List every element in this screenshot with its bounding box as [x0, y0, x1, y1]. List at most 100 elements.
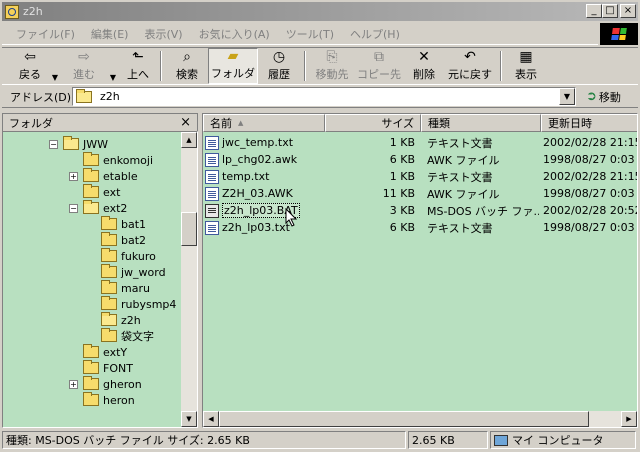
tree-item-enkomoji[interactable]: enkomoji [83, 152, 153, 168]
column-modified[interactable]: 更新日時 [541, 114, 637, 132]
file-row[interactable]: lp_chg02.awk 6 KB AWK ファイル 1998/08/27 0:… [205, 151, 637, 168]
column-type-label: 種類 [428, 117, 450, 130]
views-button[interactable]: ▦ 表示 [506, 48, 546, 84]
scroll-thumb[interactable] [181, 212, 197, 246]
column-name[interactable]: 名前 ▲ [203, 114, 325, 132]
menu-tools[interactable]: ツール(T) [278, 26, 342, 42]
file-row[interactable]: temp.txt 1 KB テキスト文書 2002/02/28 21:15 [205, 168, 637, 185]
folder-pane-close-button[interactable]: × [180, 115, 191, 130]
status-bar: 種類: MS-DOS バッチ ファイル サイズ: 2.65 KB 2.65 KB… [2, 430, 638, 450]
search-button[interactable]: ⌕ 検索 [166, 48, 208, 84]
text-file-icon [205, 169, 219, 184]
tree-item-z2h[interactable]: z2h [101, 312, 141, 328]
views-label: 表示 [515, 68, 537, 81]
close-button[interactable]: × [620, 4, 636, 18]
back-dropdown[interactable]: ▼ [48, 48, 62, 84]
file-modified: 2002/02/28 20:52 [543, 204, 637, 217]
folder-icon [63, 136, 79, 150]
file-list-hscrollbar[interactable]: ◀ ▶ [203, 411, 637, 427]
mouse-pointer-icon [285, 208, 298, 227]
expand-icon[interactable]: + [69, 379, 78, 389]
tree-item-label: bat2 [121, 233, 147, 247]
my-computer-icon [494, 434, 508, 446]
file-row[interactable]: jwc_temp.txt 1 KB テキスト文書 2002/02/28 21:1… [205, 134, 637, 151]
go-button[interactable]: ➲ 移動 [586, 89, 621, 105]
file-size: 3 KB [389, 204, 415, 217]
tree-item-gheron[interactable]: + gheron [69, 376, 142, 392]
expand-icon[interactable]: + [69, 171, 78, 181]
tree-item-etable[interactable]: + etable [69, 168, 138, 184]
history-button[interactable]: ◷ 履歴 [258, 48, 300, 84]
minimize-button[interactable]: _ [586, 4, 602, 18]
explorer-app-icon[interactable] [5, 4, 19, 19]
folders-button[interactable]: ▰ フォルダ [208, 48, 258, 84]
undo-button[interactable]: ↶ 元に戻す [444, 48, 496, 84]
tree-item-ext2[interactable]: − ext2 [69, 200, 127, 216]
tree-item-heron[interactable]: heron [83, 392, 135, 408]
scroll-right-button[interactable]: ▶ [621, 411, 637, 427]
tree-item-bat1[interactable]: bat1 [101, 216, 146, 232]
hscroll-thumb[interactable] [219, 411, 589, 427]
delete-button[interactable]: ✕ 削除 [404, 48, 444, 84]
file-type: テキスト文書 [427, 221, 493, 235]
address-dropdown-button[interactable]: ▼ [559, 88, 575, 105]
scroll-down-button[interactable]: ▼ [181, 411, 197, 427]
file-type: テキスト文書 [427, 170, 493, 184]
tree-item-label: JWW [83, 137, 108, 151]
title-bar[interactable]: z2h _ □ × [2, 2, 638, 21]
maximize-button[interactable]: □ [602, 4, 618, 18]
file-name: lp_chg02.awk [222, 153, 298, 166]
folder-tree-scrollbar[interactable]: ▲ ▼ [181, 132, 197, 427]
tree-item-jw-word[interactable]: jw_word [101, 264, 166, 280]
collapse-icon[interactable]: − [69, 203, 78, 213]
scroll-left-button[interactable]: ◀ [203, 411, 219, 427]
collapse-icon[interactable]: − [49, 139, 58, 149]
file-type: MS-DOS バッチ ファ... [427, 204, 539, 218]
folder-tree[interactable]: − JWW enkomoji + etable ext − ext2 bat1 … [2, 131, 198, 428]
up-button[interactable]: ⬑ 上へ [120, 48, 156, 84]
address-input[interactable]: z2h ▼ [72, 87, 576, 106]
forward-dropdown[interactable]: ▼ [106, 48, 120, 84]
menu-view[interactable]: 表示(V) [136, 26, 190, 42]
menu-file[interactable]: ファイル(F) [8, 26, 83, 42]
menu-favorites[interactable]: お気に入り(A) [191, 26, 278, 42]
file-modified: 2002/02/28 21:15 [543, 136, 637, 149]
file-name: jwc_temp.txt [222, 136, 294, 149]
tree-item-ext[interactable]: ext [83, 184, 120, 200]
file-list-header: 名前 ▲ サイズ 種類 更新日時 [203, 114, 637, 132]
folder-pane: フォルダ × − JWW enkomoji + etable ext − ext… [2, 113, 198, 428]
copy-to-button[interactable]: ⧉ コピー先 [354, 48, 404, 84]
chevron-down-icon: ▼ [51, 73, 59, 82]
tree-item-jww[interactable]: − JWW [49, 136, 108, 152]
address-bar: アドレス(D) z2h ▼ ➲ 移動 [2, 86, 638, 108]
tree-item-fukuro[interactable]: fukuro [101, 248, 156, 264]
tree-item-label: 袋文字 [121, 330, 154, 343]
forward-button[interactable]: ⇨ 進む [62, 48, 106, 84]
menu-edit[interactable]: 編集(E) [83, 26, 137, 42]
file-row-selected[interactable]: z2h_lp03.BAT 3 KB MS-DOS バッチ ファ... 2002/… [205, 202, 637, 219]
folder-icon [83, 168, 99, 182]
folder-up-icon: ⬑ [132, 48, 144, 65]
file-list-pane[interactable]: 名前 ▲ サイズ 種類 更新日時 jwc_temp.txt 1 KB テキスト文… [202, 113, 638, 428]
tree-item-fukuromoji[interactable]: 袋文字 [101, 328, 154, 344]
menu-help[interactable]: ヘルプ(H) [342, 26, 408, 42]
copy-to-label: コピー先 [357, 68, 401, 81]
tree-item-exty[interactable]: extY [83, 344, 127, 360]
status-zone-label: マイ コンピュータ [512, 434, 604, 447]
tree-item-bat2[interactable]: bat2 [101, 232, 146, 248]
folder-icon [83, 152, 99, 166]
tree-item-maru[interactable]: maru [101, 280, 150, 296]
back-button[interactable]: ⇦ 戻る [12, 48, 48, 84]
tree-item-rubysmp4[interactable]: rubysmp4 [101, 296, 176, 312]
file-row[interactable]: z2h_lp03.txt 6 KB テキスト文書 1998/08/27 0:03 [205, 219, 637, 236]
scroll-up-button[interactable]: ▲ [181, 132, 197, 148]
column-size[interactable]: サイズ [325, 114, 421, 132]
tree-item-font[interactable]: FONT [83, 360, 133, 376]
folder-icon [83, 344, 99, 358]
column-type[interactable]: 種類 [421, 114, 541, 132]
file-size: 1 KB [389, 170, 415, 183]
move-to-button[interactable]: ⎘ 移動先 [310, 48, 354, 84]
file-row[interactable]: Z2H_03.AWK 11 KB AWK ファイル 1998/08/27 0:0… [205, 185, 637, 202]
copy-to-icon: ⧉ [374, 48, 384, 65]
file-size: 11 KB [382, 187, 415, 200]
